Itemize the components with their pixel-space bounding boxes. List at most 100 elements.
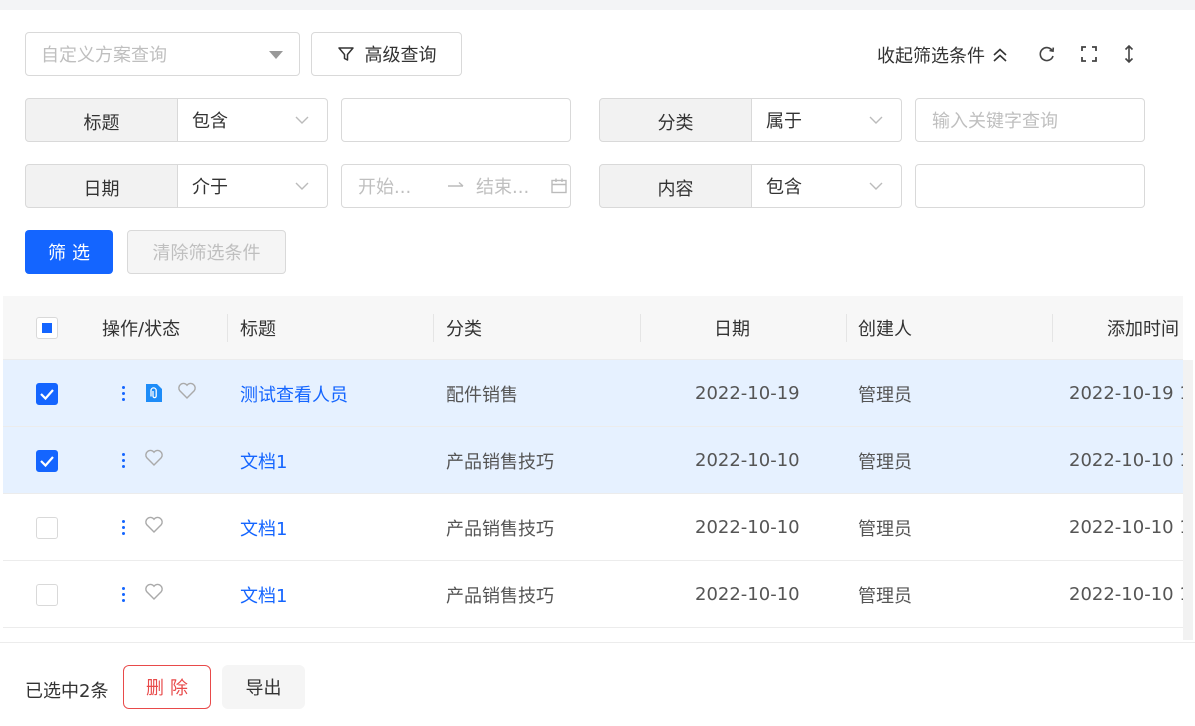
row-title-link[interactable]: 文档1 (240, 561, 287, 628)
table-header: 操作/状态 标题 分类 日期 创建人 添加时间 (3, 296, 1195, 360)
row-date: 2022-10-10 (695, 584, 800, 605)
more-actions-icon[interactable] (122, 587, 126, 602)
filter-button-label: 筛选 (48, 243, 96, 264)
refresh-icon[interactable] (1037, 44, 1057, 64)
select-all-checkbox[interactable] (36, 317, 58, 339)
collapse-filters-label: 收起筛选条件 (877, 46, 985, 67)
fullscreen-icon[interactable] (1079, 44, 1099, 64)
date-filter-label-text: 日期 (83, 179, 120, 200)
row-creator: 管理员 (858, 451, 912, 473)
row-checkbox[interactable] (36, 383, 58, 405)
date-operator-value: 介于 (192, 177, 228, 198)
clear-filters-label: 清除筛选条件 (152, 243, 261, 264)
row-category: 配件销售 (446, 384, 518, 406)
column-header-added-time[interactable]: 添加时间 (1107, 296, 1179, 360)
more-actions-icon[interactable] (122, 453, 126, 468)
heart-icon[interactable] (144, 583, 164, 601)
row-added-time: 2022-10-10 1 (1069, 450, 1191, 471)
scheme-select-placeholder: 自定义方案查询 (41, 45, 167, 66)
export-button[interactable]: 导出 (222, 665, 305, 709)
column-divider (433, 314, 434, 342)
column-header-date[interactable]: 日期 (714, 296, 750, 360)
column-header-creator[interactable]: 创建人 (858, 296, 912, 360)
title-operator-value: 包含 (192, 111, 228, 132)
row-date: 2022-10-10 (695, 450, 800, 471)
row-checkbox[interactable] (36, 517, 58, 539)
date-range-picker[interactable]: 开始... 结束... (341, 164, 571, 208)
row-category: 产品销售技巧 (446, 451, 554, 473)
caret-down-icon (269, 51, 283, 59)
date-start-placeholder: 开始... (358, 177, 412, 198)
chevron-down-icon (295, 116, 309, 124)
heart-icon[interactable] (177, 382, 197, 400)
more-actions-icon[interactable] (122, 386, 126, 401)
vertical-scrollbar[interactable] (1183, 296, 1195, 642)
chevron-down-icon (869, 116, 883, 124)
row-creator: 管理员 (858, 384, 912, 406)
attachment-file-icon[interactable] (144, 382, 164, 404)
row-title-link[interactable]: 测试查看人员 (240, 360, 348, 427)
advanced-query-label: 高级查询 (364, 45, 437, 66)
content-operator-value: 包含 (766, 177, 802, 198)
content-operator-select[interactable]: 包含 (750, 164, 902, 208)
scrollbar-thumb[interactable] (1183, 360, 1193, 640)
more-actions-icon[interactable] (122, 520, 126, 535)
date-operator-select[interactable]: 介于 (176, 164, 328, 208)
heart-icon[interactable] (144, 516, 164, 534)
table-row[interactable]: 文档1 产品销售技巧 2022-10-10 管理员 2022-10-10 1 (3, 561, 1195, 628)
clear-filters-button[interactable]: 清除筛选条件 (127, 230, 286, 274)
filter-button[interactable]: 筛选 (25, 230, 113, 274)
row-checkbox[interactable] (36, 584, 58, 606)
heart-icon[interactable] (144, 449, 164, 467)
column-header-category[interactable]: 分类 (446, 296, 482, 360)
data-table: 操作/状态 标题 分类 日期 创建人 添加时间 测试查看人员 配件销售 2022… (3, 296, 1195, 628)
bulk-actions-bar: 已选中2条 删除 导出 (0, 642, 1195, 726)
table-row[interactable]: 文档1 产品销售技巧 2022-10-10 管理员 2022-10-10 1 (3, 427, 1195, 494)
title-filter-label-text: 标题 (83, 113, 120, 134)
export-button-label: 导出 (245, 678, 282, 699)
title-filter-label: 标题 (25, 98, 178, 142)
column-height-icon[interactable] (1119, 44, 1139, 64)
selected-count: 已选中2条 (25, 681, 109, 702)
row-added-time: 2022-10-19 1 (1069, 383, 1191, 404)
calendar-icon (551, 178, 567, 194)
category-filter-placeholder: 输入关键字查询 (932, 111, 1058, 132)
category-filter-label-text: 分类 (657, 113, 694, 134)
delete-button-label: 删除 (146, 678, 194, 699)
scheme-select[interactable]: 自定义方案查询 (25, 32, 300, 76)
check-icon (40, 456, 54, 468)
row-title-link[interactable]: 文档1 (240, 427, 287, 494)
row-category: 产品销售技巧 (446, 518, 554, 540)
table-row[interactable]: 测试查看人员 配件销售 2022-10-19 管理员 2022-10-19 1 (3, 360, 1195, 427)
column-header-actions: 操作/状态 (102, 319, 181, 340)
advanced-query-button[interactable]: 高级查询 (311, 32, 462, 76)
category-filter-input[interactable]: 输入关键字查询 (915, 98, 1145, 142)
row-date: 2022-10-10 (695, 517, 800, 538)
arrow-right-icon (448, 181, 464, 187)
chevron-down-icon (295, 182, 309, 190)
row-added-time: 2022-10-10 1 (1069, 584, 1191, 605)
content-filter-input[interactable] (915, 164, 1145, 208)
content-filter-label: 内容 (599, 164, 752, 208)
title-operator-select[interactable]: 包含 (176, 98, 328, 142)
date-end-placeholder: 结束... (476, 177, 530, 198)
row-category: 产品销售技巧 (446, 585, 554, 607)
column-header-title[interactable]: 标题 (240, 296, 276, 360)
delete-button[interactable]: 删除 (123, 665, 211, 709)
date-filter-label: 日期 (25, 164, 178, 208)
column-divider (227, 314, 228, 342)
collapse-filters-toggle[interactable]: 收起筛选条件 (877, 42, 1009, 68)
filter-icon (337, 47, 354, 61)
title-filter-input[interactable] (341, 98, 571, 142)
table-row[interactable]: 文档1 产品销售技巧 2022-10-10 管理员 2022-10-10 1 (3, 494, 1195, 561)
column-divider (846, 314, 847, 342)
check-icon (40, 389, 54, 401)
row-checkbox[interactable] (36, 450, 58, 472)
column-divider (1052, 314, 1053, 342)
double-chevron-up-icon (993, 48, 1007, 62)
row-title-link[interactable]: 文档1 (240, 494, 287, 561)
column-divider (640, 314, 641, 342)
row-date: 2022-10-19 (695, 383, 800, 404)
category-operator-select[interactable]: 属于 (750, 98, 902, 142)
content-filter-label-text: 内容 (657, 179, 694, 200)
